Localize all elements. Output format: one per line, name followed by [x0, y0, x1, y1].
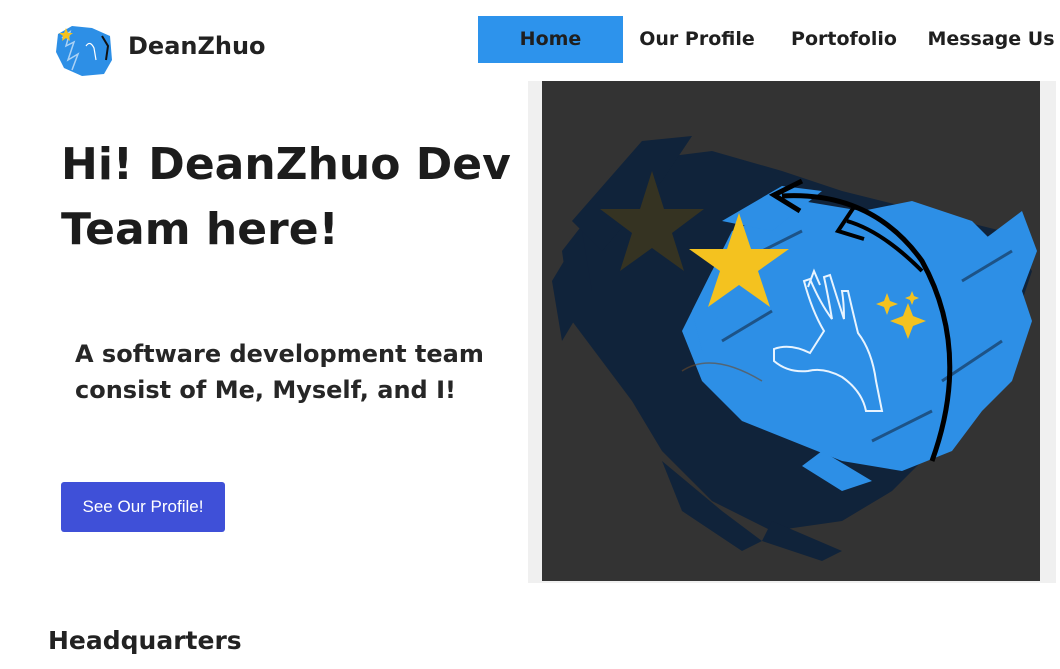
brand-name[interactable]: DeanZhuo — [128, 32, 266, 60]
hero-title-line2: Team here! — [61, 204, 339, 255]
see-our-profile-button[interactable]: See Our Profile! — [61, 482, 225, 532]
nav-home[interactable]: Home — [478, 16, 623, 63]
hand-with-stars-illustration — [542, 81, 1040, 581]
page: DeanZhuo Home Our Profile Portofolio Mes… — [0, 0, 1060, 669]
hero-image-frame — [528, 81, 1056, 583]
hero-subtitle-line2: consist of Me, Myself, and I! — [75, 376, 456, 404]
nav-portfolio[interactable]: Portofolio — [771, 16, 917, 63]
hero-title: Hi! DeanZhuo Dev Team here! — [61, 132, 521, 262]
hero-subtitle-line1: A software development team — [75, 340, 484, 368]
brand-logo-icon[interactable] — [52, 16, 117, 79]
hero-title-line1: Hi! DeanZhuo Dev — [61, 139, 511, 190]
nav-our-profile[interactable]: Our Profile — [623, 16, 771, 63]
headquarters-title: Headquarters — [48, 626, 242, 655]
nav-message-us[interactable]: Message Us — [917, 16, 1060, 63]
hero-subtitle: A software development team consist of M… — [75, 336, 495, 408]
